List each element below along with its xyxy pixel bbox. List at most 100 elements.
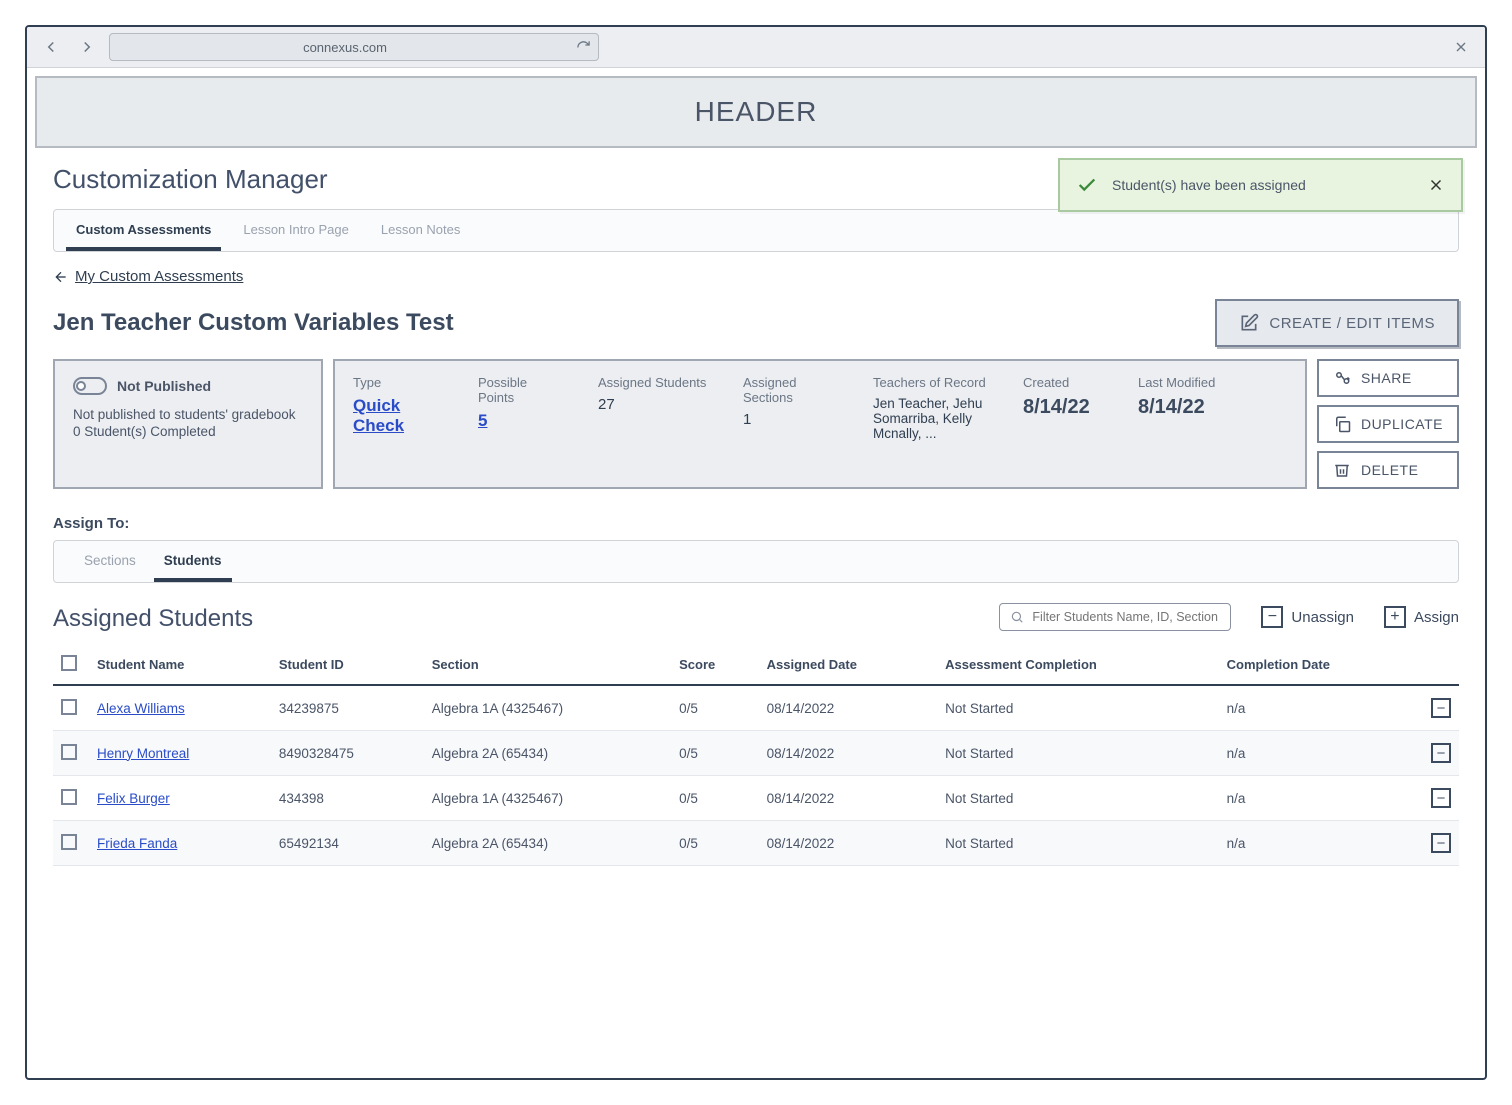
section-cell: Algebra 2A (65434) bbox=[424, 821, 671, 866]
breadcrumb-link[interactable]: My Custom Assessments bbox=[75, 268, 243, 285]
row-remove-button[interactable]: − bbox=[1431, 698, 1451, 718]
back-button[interactable] bbox=[37, 33, 65, 61]
assigned-date-cell: 08/14/2022 bbox=[759, 776, 937, 821]
assign-button[interactable]: + Assign bbox=[1384, 606, 1459, 628]
completion-date-cell: n/a bbox=[1219, 685, 1419, 731]
table-row: Henry Montreal8490328475Algebra 2A (6543… bbox=[53, 731, 1459, 776]
publish-status-label: Not Published bbox=[117, 378, 211, 394]
row-checkbox[interactable] bbox=[61, 834, 77, 850]
col-completion-date[interactable]: Completion Date bbox=[1219, 645, 1419, 685]
close-window-button[interactable] bbox=[1447, 33, 1475, 61]
student-id-cell: 434398 bbox=[271, 776, 424, 821]
publish-toggle[interactable] bbox=[73, 377, 107, 395]
section-cell: Algebra 1A (4325467) bbox=[424, 776, 671, 821]
fact-points-link[interactable]: 5 bbox=[478, 411, 487, 430]
completion-date-cell: n/a bbox=[1219, 731, 1419, 776]
trash-icon bbox=[1333, 461, 1351, 479]
create-edit-label: CREATE / EDIT ITEMS bbox=[1269, 315, 1435, 332]
delete-button[interactable]: DELETE bbox=[1317, 451, 1459, 489]
filter-input[interactable] bbox=[1032, 610, 1220, 624]
filter-students-box[interactable] bbox=[999, 603, 1231, 631]
col-student-name[interactable]: Student Name bbox=[89, 645, 271, 685]
minus-icon: − bbox=[1261, 606, 1283, 628]
section-cell: Algebra 1A (4325467) bbox=[424, 685, 671, 731]
toast-message: Student(s) have been assigned bbox=[1112, 177, 1306, 193]
student-name-link[interactable]: Felix Burger bbox=[97, 791, 170, 806]
score-cell: 0/5 bbox=[671, 821, 759, 866]
close-toast-button[interactable] bbox=[1427, 176, 1445, 194]
table-row: Felix Burger 434398Algebra 1A (4325467)0/… bbox=[53, 776, 1459, 821]
url-text: connexus.com bbox=[116, 40, 574, 55]
table-header-row: Student Name Student ID Section Score As… bbox=[53, 645, 1459, 685]
student-id-cell: 65492134 bbox=[271, 821, 424, 866]
breadcrumb: My Custom Assessments bbox=[53, 268, 1459, 285]
col-section[interactable]: Section bbox=[424, 645, 671, 685]
row-checkbox[interactable] bbox=[61, 699, 77, 715]
col-assigned-date[interactable]: Assigned Date bbox=[759, 645, 937, 685]
search-icon bbox=[1010, 610, 1024, 624]
duplicate-icon bbox=[1333, 415, 1351, 433]
assign-to-label: Assign To: bbox=[53, 515, 1459, 532]
tab-custom-assessments[interactable]: Custom Assessments bbox=[66, 210, 221, 251]
tab-sections[interactable]: Sections bbox=[74, 541, 146, 582]
share-label: SHARE bbox=[1361, 370, 1412, 386]
facts-card: Type Quick Check Possible Points 5 Assig… bbox=[333, 359, 1307, 489]
assigned-students-title: Assigned Students bbox=[53, 605, 253, 633]
share-icon bbox=[1333, 369, 1351, 387]
app-header-label: HEADER bbox=[695, 96, 818, 127]
row-remove-button[interactable]: − bbox=[1431, 788, 1451, 808]
status-card: Not Published Not published to students'… bbox=[53, 359, 323, 489]
status-line-1: Not published to students' gradebook bbox=[73, 407, 303, 422]
table-row: Alexa Williams 34239875Algebra 1A (432546… bbox=[53, 685, 1459, 731]
score-cell: 0/5 bbox=[671, 731, 759, 776]
assigned-date-cell: 08/14/2022 bbox=[759, 821, 937, 866]
col-assessment-completion[interactable]: Assessment Completion bbox=[937, 645, 1219, 685]
completion-date-cell: n/a bbox=[1219, 821, 1419, 866]
duplicate-button[interactable]: DUPLICATE bbox=[1317, 405, 1459, 443]
unassign-button[interactable]: − Unassign bbox=[1261, 606, 1354, 628]
completion-cell: Not Started bbox=[937, 731, 1219, 776]
row-remove-button[interactable]: − bbox=[1431, 833, 1451, 853]
student-name-link[interactable]: Frieda Fanda bbox=[97, 836, 177, 851]
status-line-2: 0 Student(s) Completed bbox=[73, 424, 303, 439]
tab-lesson-notes[interactable]: Lesson Notes bbox=[371, 210, 471, 251]
fact-points-label: Possible Points bbox=[478, 375, 562, 405]
tab-lesson-intro-page[interactable]: Lesson Intro Page bbox=[233, 210, 359, 251]
success-toast: Student(s) have been assigned bbox=[1058, 158, 1463, 212]
url-bar[interactable]: connexus.com bbox=[109, 33, 599, 61]
fact-type-link[interactable]: Quick Check bbox=[353, 396, 404, 435]
student-id-cell: 34239875 bbox=[271, 685, 424, 731]
col-score[interactable]: Score bbox=[671, 645, 759, 685]
top-tabs: Custom Assessments Lesson Intro Page Les… bbox=[53, 209, 1459, 252]
fact-students-label: Assigned Students bbox=[598, 375, 707, 390]
student-name-link[interactable]: Alexa Williams bbox=[97, 701, 185, 716]
fact-teachers-label: Teachers of Record bbox=[873, 375, 987, 390]
forward-button[interactable] bbox=[73, 33, 101, 61]
app-window: connexus.com HEADER Student(s) have been… bbox=[25, 25, 1487, 1080]
fact-created-value: 8/14/22 bbox=[1023, 396, 1102, 419]
completion-cell: Not Started bbox=[937, 776, 1219, 821]
select-all-checkbox[interactable] bbox=[61, 655, 77, 671]
fact-teachers-value: Jen Teacher, Jehu Somarriba, Kelly Mcnal… bbox=[873, 396, 987, 441]
score-cell: 0/5 bbox=[671, 685, 759, 731]
student-name-link[interactable]: Henry Montreal bbox=[97, 746, 189, 761]
section-cell: Algebra 2A (65434) bbox=[424, 731, 671, 776]
fact-sections-value: 1 bbox=[743, 411, 837, 428]
assign-tabs: Sections Students bbox=[53, 540, 1459, 583]
back-arrow-icon[interactable] bbox=[53, 269, 69, 285]
fact-sections-label: Assigned Sections bbox=[743, 375, 837, 405]
page-body: Student(s) have been assigned Customizat… bbox=[27, 148, 1485, 1078]
reload-icon[interactable] bbox=[574, 38, 592, 56]
col-student-id[interactable]: Student ID bbox=[271, 645, 424, 685]
edit-icon bbox=[1239, 313, 1259, 333]
unassign-label: Unassign bbox=[1291, 609, 1354, 626]
assign-label: Assign bbox=[1414, 609, 1459, 626]
score-cell: 0/5 bbox=[671, 776, 759, 821]
share-button[interactable]: SHARE bbox=[1317, 359, 1459, 397]
row-checkbox[interactable] bbox=[61, 789, 77, 805]
browser-bar: connexus.com bbox=[27, 27, 1485, 68]
create-edit-items-button[interactable]: CREATE / EDIT ITEMS bbox=[1215, 299, 1459, 347]
tab-students[interactable]: Students bbox=[154, 541, 232, 582]
row-remove-button[interactable]: − bbox=[1431, 743, 1451, 763]
row-checkbox[interactable] bbox=[61, 744, 77, 760]
